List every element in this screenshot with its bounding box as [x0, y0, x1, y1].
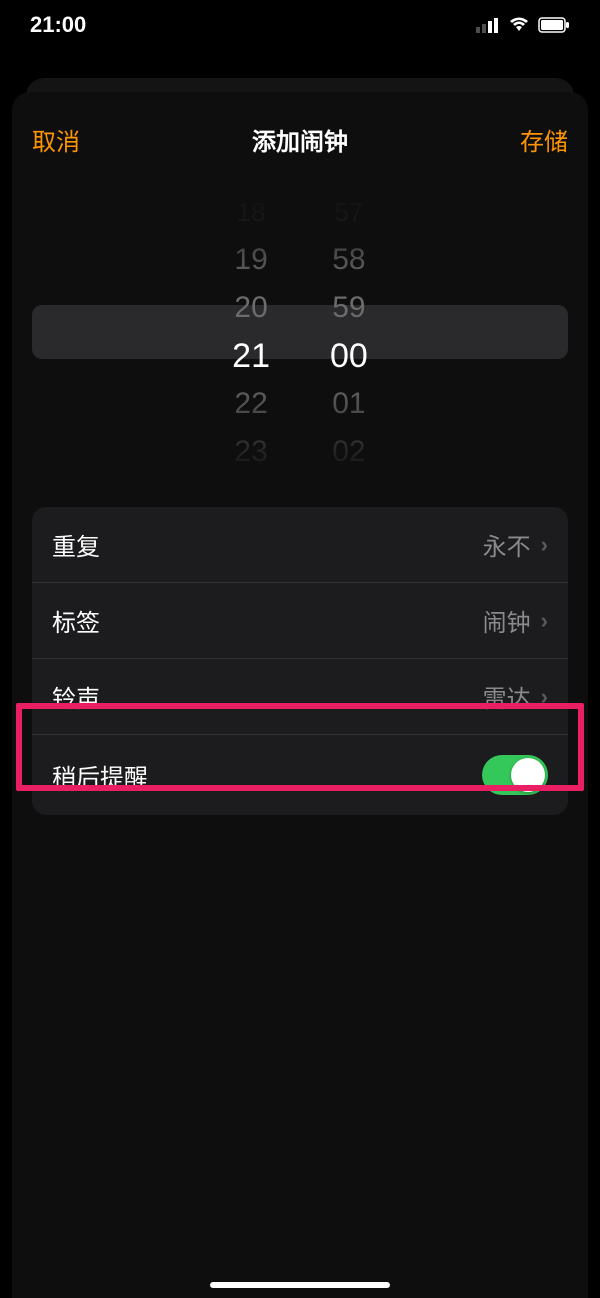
row-value: 永不	[483, 527, 531, 562]
snooze-toggle[interactable]	[482, 755, 548, 795]
status-bar: 21:00	[0, 0, 600, 50]
cellular-icon	[476, 17, 500, 33]
picker-item: 19	[234, 236, 267, 284]
status-icons	[476, 17, 570, 33]
picker-item: 59	[332, 284, 365, 332]
picker-item: 57	[334, 188, 363, 236]
chevron-right-icon: ›	[541, 532, 548, 558]
page-title: 添加闹钟	[252, 122, 348, 157]
sound-row[interactable]: 铃声 雷达 ›	[32, 659, 568, 735]
minute-column[interactable]: 56 57 58 59 00 01 02 03	[330, 187, 368, 477]
row-value: 雷达	[483, 679, 531, 714]
status-time: 21:00	[30, 12, 86, 38]
chevron-right-icon: ›	[541, 608, 548, 634]
picker-item: 20	[234, 284, 267, 332]
picker-item: 22	[234, 380, 267, 428]
time-picker[interactable]: 17 18 19 20 21 22 23 00 56 57 58 59 00 0…	[32, 187, 568, 477]
home-indicator[interactable]	[210, 1282, 390, 1288]
picker-item: 02	[332, 428, 365, 476]
chevron-right-icon: ›	[541, 684, 548, 710]
picker-item-selected: 21	[232, 332, 270, 380]
row-label: 稍后提醒	[52, 758, 148, 793]
row-label: 重复	[52, 527, 100, 562]
nav-bar: 取消 添加闹钟 存储	[12, 112, 588, 177]
settings-list: 重复 永不 › 标签 闹钟 › 铃声 雷达 › 稍后提醒	[32, 507, 568, 815]
snooze-row: 稍后提醒	[32, 735, 568, 815]
repeat-row[interactable]: 重复 永不 ›	[32, 507, 568, 583]
label-row[interactable]: 标签 闹钟 ›	[32, 583, 568, 659]
picker-item: 18	[237, 188, 266, 236]
save-button[interactable]: 存储	[520, 122, 568, 157]
picker-item-selected: 00	[330, 332, 368, 380]
picker-item: 01	[332, 380, 365, 428]
add-alarm-sheet: 取消 添加闹钟 存储 17 18 19 20 21 22 23 00 56 57…	[12, 92, 588, 1298]
picker-item: 23	[234, 428, 267, 476]
picker-item: 58	[332, 236, 365, 284]
row-label: 标签	[52, 603, 100, 638]
toggle-knob	[511, 758, 545, 792]
hour-column[interactable]: 17 18 19 20 21 22 23 00	[232, 187, 270, 477]
battery-icon	[538, 17, 570, 33]
row-label: 铃声	[52, 679, 100, 714]
row-value: 闹钟	[483, 603, 531, 638]
cancel-button[interactable]: 取消	[32, 122, 80, 157]
wifi-icon	[508, 17, 530, 33]
